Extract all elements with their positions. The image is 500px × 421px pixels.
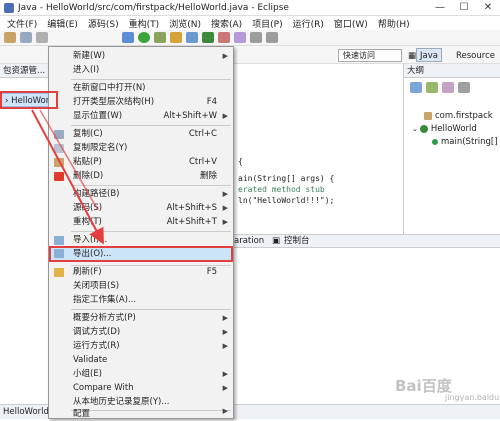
baidu-watermark-url: jingyan.baidu.com: [445, 393, 500, 402]
baidu-watermark-logo: Bai百度: [395, 377, 452, 395]
annotation-arrow: [31, 109, 104, 245]
